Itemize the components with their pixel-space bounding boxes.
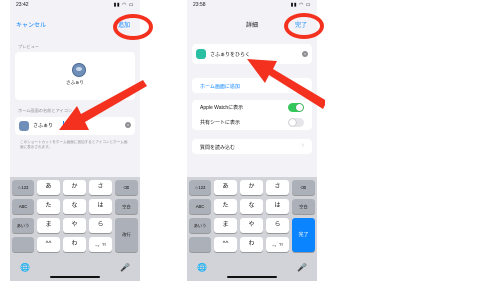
key-sa[interactable]: さ (266, 180, 289, 195)
arrow-to-name-field (59, 80, 147, 130)
key-ta[interactable]: た (37, 199, 60, 214)
hint-text: このショートカットをホーム画面に追加するとアイコンとホーム画面に表示されます。 (20, 140, 128, 149)
key-wa[interactable]: わ (240, 237, 263, 252)
chevron-right-icon: › (301, 142, 304, 149)
key-ha[interactable]: は (89, 199, 112, 214)
right-phone-screen: 23:58 ▮▮ ◠ ▭ 詳細 完了 さふぁりをひらく × ホーム画面に追加 A… (187, 0, 317, 281)
key-a[interactable]: あ (214, 180, 237, 195)
arrow-to-shortcut-name (247, 59, 325, 109)
home-name-input[interactable]: さふぁり (33, 122, 53, 129)
key-wa[interactable]: わ (63, 237, 86, 252)
key-dakuten[interactable]: ^^ (37, 237, 60, 252)
key-numbers[interactable]: ☆123 (12, 180, 34, 195)
safari-icon (72, 63, 86, 77)
key-dakuten[interactable]: ^^ (214, 237, 237, 252)
key-ta[interactable]: た (214, 199, 237, 214)
share-sheet-label: 共有シートに表示 (200, 120, 241, 126)
key-ka[interactable]: か (240, 180, 263, 195)
keyboard-bottom-bar: 🌐 🎤 (10, 259, 140, 281)
status-time: 23:58 (193, 2, 206, 8)
status-bar: 23:42 ▮▮ ◠ ▭ (10, 0, 140, 10)
globe-icon[interactable]: 🌐 (197, 263, 207, 272)
done-button-highlight (284, 13, 324, 39)
home-indicator (227, 276, 277, 278)
key-na[interactable]: な (63, 199, 86, 214)
key-emoji[interactable] (12, 237, 34, 252)
key-a[interactable]: あ (37, 180, 60, 195)
toggle-knob (289, 119, 296, 126)
add-to-home-link[interactable]: ホーム画面に追加 (200, 83, 240, 90)
status-icons: ▮▮ ◠ ▭ (290, 2, 311, 8)
key-backspace[interactable]: ⌫ (115, 180, 138, 195)
key-ma[interactable]: ま (37, 218, 60, 233)
key-space[interactable]: 空白 (115, 199, 138, 214)
keyboard-bottom-bar: 🌐 🎤 (187, 259, 317, 281)
key-abc[interactable]: ABC (189, 199, 211, 214)
preview-section-label: プレビュー (18, 44, 39, 49)
share-sheet-toggle[interactable] (288, 118, 304, 127)
key-return[interactable]: 改行 (115, 218, 138, 252)
key-sa[interactable]: さ (89, 180, 112, 195)
key-punctuation[interactable]: 、。?! (89, 237, 112, 252)
shortcut-icon[interactable] (196, 49, 206, 59)
left-phone-screen: 23:42 ▮▮ ◠ ▭ キャンセル 追加 プレビュー さふぁり ホーム画面の名… (10, 0, 140, 281)
key-ya[interactable]: や (240, 218, 263, 233)
key-done[interactable]: 完了 (292, 218, 315, 252)
apple-watch-label: Apple Watchに表示 (200, 105, 244, 111)
key-ya[interactable]: や (63, 218, 86, 233)
keyboard: ☆123 あ か さ ⌫ ABC た な は 空白 あいう ま や ら 完了 ^… (187, 177, 317, 281)
key-ma[interactable]: ま (214, 218, 237, 233)
status-time: 23:42 (16, 2, 29, 8)
mic-icon[interactable]: 🎤 (297, 263, 307, 272)
status-icons: ▮▮ ◠ ▭ (113, 2, 134, 8)
cancel-button[interactable]: キャンセル (16, 20, 46, 29)
key-ka[interactable]: か (63, 180, 86, 195)
key-kana[interactable]: あいう (189, 218, 211, 233)
key-ra[interactable]: ら (89, 218, 112, 233)
import-questions-label: 質問を読み込む (200, 145, 236, 151)
globe-icon[interactable]: 🌐 (20, 263, 30, 272)
key-space[interactable]: 空白 (292, 199, 315, 214)
key-backspace[interactable]: ⌫ (292, 180, 315, 195)
key-emoji[interactable] (189, 237, 211, 252)
add-button-highlight (113, 14, 153, 40)
status-bar: 23:58 ▮▮ ◠ ▭ (187, 0, 317, 10)
key-ha[interactable]: は (266, 199, 289, 214)
key-numbers[interactable]: ☆123 (189, 180, 211, 195)
key-abc[interactable]: ABC (12, 199, 34, 214)
key-punctuation[interactable]: 、。?! (266, 237, 289, 252)
key-kana[interactable]: あいう (12, 218, 34, 233)
keyboard: ☆123 あ か さ ⌫ ABC た な は 空白 あいう ま や ら 改行 ^… (10, 177, 140, 281)
key-na[interactable]: な (240, 199, 263, 214)
shortcut-name-input[interactable]: さふぁりをひらく (210, 51, 250, 58)
key-ra[interactable]: ら (266, 218, 289, 233)
shortcut-icon[interactable] (19, 121, 29, 131)
mic-icon[interactable]: 🎤 (120, 263, 130, 272)
home-indicator (50, 276, 100, 278)
import-questions-row[interactable]: 質問を読み込む › (192, 139, 312, 154)
